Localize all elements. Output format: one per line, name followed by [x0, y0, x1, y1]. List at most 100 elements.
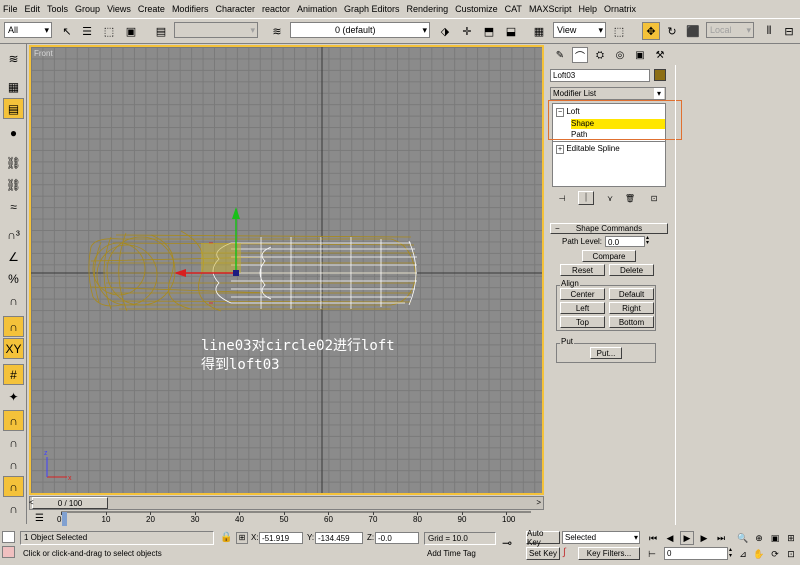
shape-commands-rollout[interactable]: − Shape Commands [550, 223, 668, 234]
center-button[interactable]: Center [560, 288, 605, 300]
mirror-icon[interactable]: ⫴ [760, 22, 778, 40]
select-arrow-icon[interactable]: ↖ [58, 22, 76, 40]
modifier-list-dropdown[interactable]: Modifier List ▾ [550, 87, 666, 100]
play-icon[interactable]: ▶ [680, 531, 694, 545]
key-filters-button[interactable]: Key Filters... [578, 547, 640, 560]
spinner-snap-icon[interactable]: ∩ [3, 290, 24, 311]
menu-ornatrix[interactable]: Ornatrix [604, 4, 636, 14]
x-coord-field[interactable]: -51.919 [259, 532, 303, 544]
auto-key-button[interactable]: Auto Key [526, 529, 560, 547]
select-by-name-icon[interactable]: ☰ [78, 22, 96, 40]
snap-icon-5[interactable]: ∩ [3, 498, 24, 519]
snap-icon-4[interactable]: ∩ [3, 476, 24, 497]
set-key-button[interactable]: Set Key [526, 547, 560, 560]
display-tab-icon[interactable]: ▣ [632, 47, 648, 63]
rotate-icon[interactable]: ↻ [663, 22, 681, 40]
absolute-mode-icon[interactable]: ⊞ [236, 532, 248, 544]
arc-rotate-icon[interactable]: ⟳ [768, 547, 782, 561]
snap-endpoint-icon[interactable]: ✦ [3, 386, 24, 407]
reference-coord-dropdown[interactable]: View [553, 22, 606, 38]
object-name-field[interactable]: Loft03 [550, 69, 650, 82]
top-button[interactable]: Top [560, 316, 605, 328]
menu-modifiers[interactable]: Modifiers [172, 4, 209, 14]
bind-space-warp-icon[interactable]: ≈ [3, 196, 24, 217]
utilities-tab-icon[interactable]: ⚒ [652, 47, 668, 63]
frame-spinner[interactable]: ▴ ▾ [729, 547, 732, 559]
mini-curve-icon[interactable]: ☰ [35, 513, 44, 524]
configure-sets-icon[interactable]: ⊡ [646, 191, 662, 205]
menu-group[interactable]: Group [75, 4, 100, 14]
add-time-tag[interactable]: Add Time Tag [424, 548, 496, 561]
maximize-viewport-icon[interactable]: ⊡ [784, 547, 798, 561]
max-script-icon[interactable]: ▦ [530, 22, 548, 40]
current-frame-marker[interactable] [62, 512, 67, 526]
menu-character[interactable]: Character [215, 4, 255, 14]
menu-tools[interactable]: Tools [47, 4, 68, 14]
key-mode-dropdown[interactable]: Selected ▾ [562, 531, 640, 544]
curve-editor-icon[interactable]: ▦ [3, 76, 24, 97]
percent-snap-icon[interactable]: % [3, 268, 24, 289]
pan-icon[interactable]: ✋ [752, 547, 766, 561]
snap-3d-icon[interactable]: ∩³ [3, 224, 24, 245]
snap-grid-icon[interactable]: # [3, 364, 24, 385]
goto-end-icon[interactable]: ⏭ [714, 531, 728, 545]
selection-filter-dropdown[interactable]: All [4, 22, 52, 38]
pivot-mode-dropdown[interactable]: Local [706, 22, 754, 38]
current-frame-field[interactable]: 0 [664, 547, 728, 560]
named-selection-icon[interactable]: ▤ [152, 22, 170, 40]
menu-help[interactable]: Help [578, 4, 597, 14]
pivot-icon[interactable]: ⬚ [610, 22, 628, 40]
snap-icon-2[interactable]: ∩ [3, 432, 24, 453]
rect-selection-icon[interactable]: ⬚ [100, 22, 118, 40]
delete-button[interactable]: Delete [609, 264, 654, 276]
select-move-icon[interactable]: ✛ [458, 22, 476, 40]
snap-toggle-icon[interactable]: ∩ [3, 410, 24, 431]
make-unique-icon[interactable]: ⋎ [602, 191, 618, 205]
lock-selection-icon[interactable]: 🔒 [220, 532, 232, 543]
zoom-extents-all-icon[interactable]: ⊞ [784, 531, 798, 545]
y-coord-field[interactable]: -134.459 [315, 532, 363, 544]
menu-graph-editors[interactable]: Graph Editors [344, 4, 400, 14]
menu-rendering[interactable]: Rendering [407, 4, 449, 14]
time-slider-thumb[interactable]: 0 / 100 [32, 497, 108, 509]
layer-props-icon[interactable]: ⬒ [480, 22, 498, 40]
z-coord-field[interactable]: -0.0 [375, 532, 419, 544]
menu-customize[interactable]: Customize [455, 4, 498, 14]
align-icon[interactable]: ⊟ [780, 22, 798, 40]
object-color-swatch[interactable] [654, 69, 666, 81]
menu-cat[interactable]: CAT [505, 4, 522, 14]
link-icon[interactable]: ⛓ [3, 152, 24, 173]
axis-xy-icon[interactable]: XY [3, 338, 24, 359]
path-level-field[interactable]: 0.0 [605, 236, 645, 247]
time-slider[interactable]: 0 / 100 < > [29, 496, 544, 510]
left-button[interactable]: Left [560, 302, 605, 314]
menu-create[interactable]: Create [138, 4, 165, 14]
prev-frame-icon[interactable]: ◀ [663, 531, 677, 545]
layer-manager-icon[interactable]: ≋ [268, 22, 286, 40]
modify-tab-icon[interactable]: ⌒ [572, 47, 588, 63]
material-editor-icon[interactable]: ● [3, 122, 24, 143]
named-selection-dropdown[interactable] [174, 22, 258, 38]
motion-tab-icon[interactable]: ◎ [612, 47, 628, 63]
menu-views[interactable]: Views [107, 4, 131, 14]
reset-button[interactable]: Reset [560, 264, 605, 276]
schematic-icon[interactable]: ▤ [3, 98, 24, 119]
layer-add-icon[interactable]: ⬗ [436, 22, 454, 40]
goto-start-icon[interactable]: ⏮ [646, 531, 660, 545]
scale-icon[interactable]: ⬛ [684, 22, 702, 40]
menu-file[interactable]: File [3, 4, 18, 14]
hierarchy-tab-icon[interactable]: ⛭ [592, 47, 608, 63]
unlink-icon[interactable]: ⛓ [3, 174, 24, 195]
front-viewport[interactable]: Front x z line03对circle02进行loft 得到loft03 [29, 45, 544, 495]
layers-icon[interactable]: ≋ [3, 48, 24, 69]
key-icon[interactable]: ⊸ [502, 536, 512, 550]
remove-modifier-icon[interactable]: 🗑 [622, 191, 638, 205]
compare-button[interactable]: Compare [582, 250, 636, 262]
track-bar[interactable]: ☰ 0 10 20 30 40 50 60 70 80 90 100 [29, 511, 544, 528]
zoom-extents-icon[interactable]: ▣ [768, 531, 782, 545]
layer-select-icon[interactable]: ⬓ [502, 22, 520, 40]
constraint-icon[interactable]: ∩ [3, 316, 24, 337]
snap-icon-3[interactable]: ∩ [3, 454, 24, 475]
key-mode-toggle-icon[interactable]: ⊢ [648, 549, 656, 560]
default-button[interactable]: Default [609, 288, 654, 300]
